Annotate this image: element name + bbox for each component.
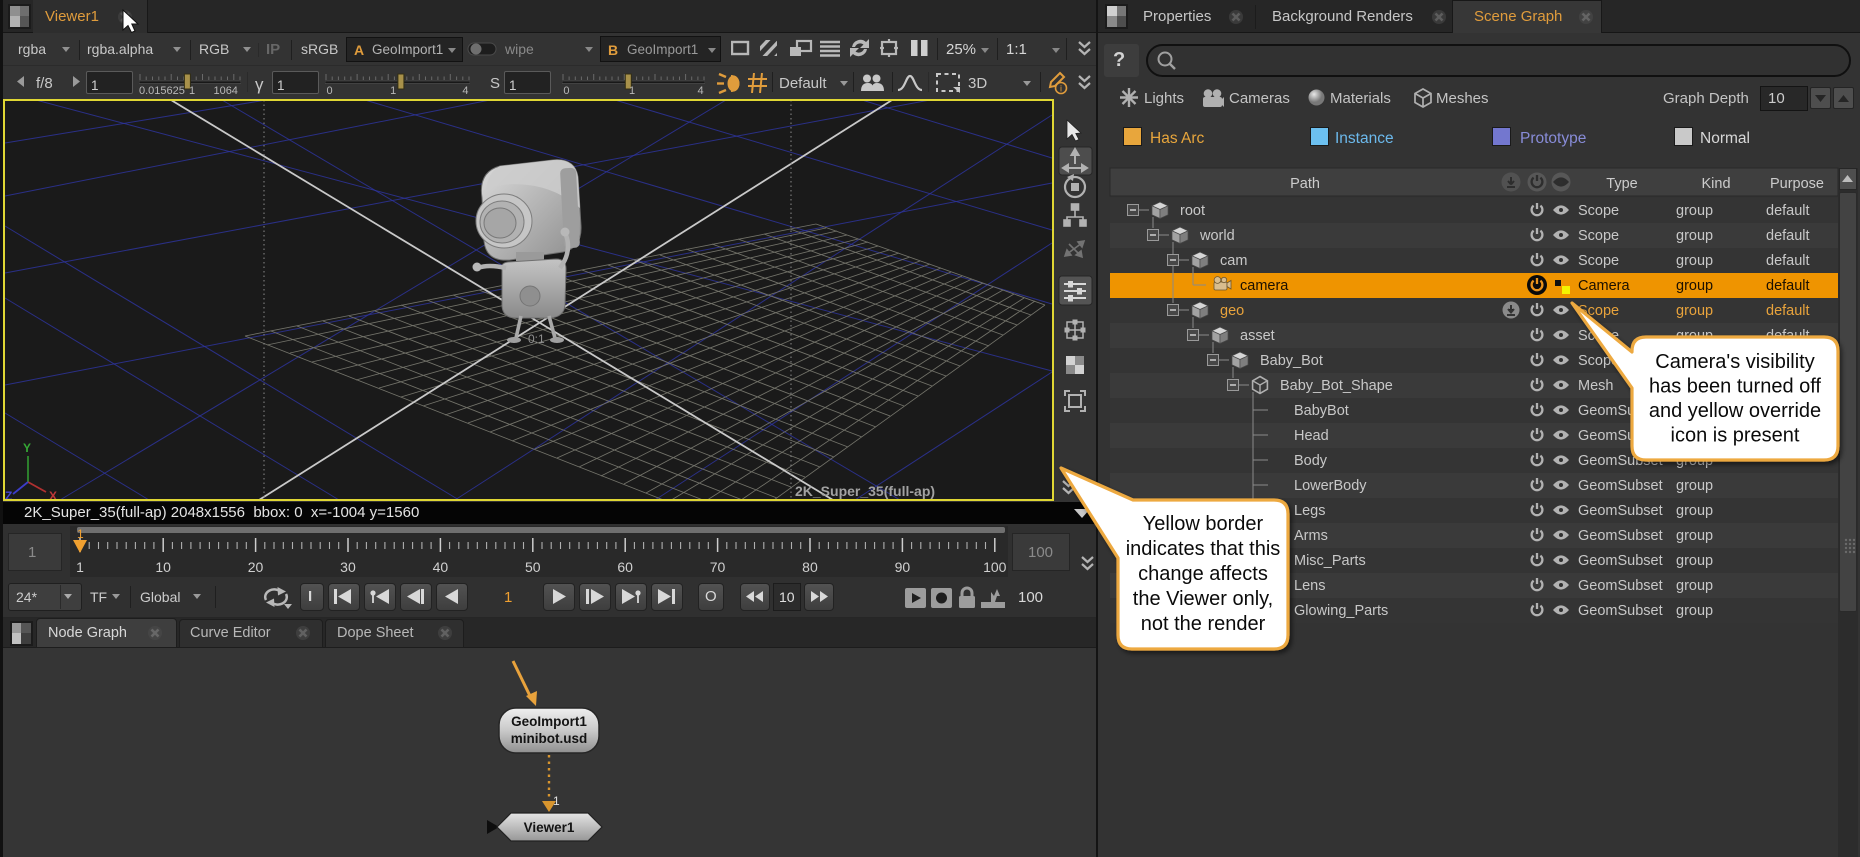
svg-text:default: default (1766, 303, 1810, 319)
svg-text:Scope: Scope (1578, 203, 1619, 219)
svg-text:1: 1 (553, 794, 560, 808)
svg-text:group: group (1676, 603, 1713, 619)
svg-text:group: group (1676, 303, 1713, 319)
svg-text:Baby_Bot_Shape: Baby_Bot_Shape (1280, 378, 1393, 394)
svg-text:Kind: Kind (1701, 176, 1730, 192)
svg-text:Scope: Scope (1578, 228, 1619, 244)
svg-text:Baby_Bot: Baby_Bot (1260, 353, 1323, 369)
svg-text:group: group (1676, 478, 1713, 494)
svg-text:Arms: Arms (1294, 528, 1328, 544)
svg-text:Glowing_Parts: Glowing_Parts (1294, 603, 1388, 619)
svg-text:GeomSubset: GeomSubset (1578, 453, 1663, 469)
svg-text:GeomSubset: GeomSubset (1578, 578, 1663, 594)
svg-text:Scope: Scope (1578, 328, 1619, 344)
svg-text:1: 1 (77, 527, 84, 541)
svg-text:Path: Path (1290, 176, 1320, 192)
svg-text:group: group (1676, 428, 1713, 444)
svg-text:default: default (1766, 328, 1810, 344)
svg-text:cam: cam (1220, 253, 1247, 269)
svg-text:group: group (1676, 453, 1713, 469)
svg-text:Mesh: Mesh (1578, 378, 1613, 394)
svg-text:world: world (1199, 228, 1235, 244)
svg-text:Misc_Parts: Misc_Parts (1294, 553, 1366, 569)
svg-text:group: group (1676, 278, 1713, 294)
svg-text:default: default (1766, 278, 1810, 294)
svg-text:Lens: Lens (1294, 578, 1325, 594)
svg-text:Viewer1: Viewer1 (524, 820, 575, 835)
svg-text:Camera: Camera (1578, 278, 1631, 294)
svg-text:GeomSubset: GeomSubset (1578, 528, 1663, 544)
svg-text:default: default (1766, 353, 1810, 369)
svg-text:group: group (1676, 203, 1713, 219)
svg-text:Type: Type (1606, 176, 1637, 192)
svg-text:Scope: Scope (1578, 353, 1619, 369)
svg-text:default: default (1766, 378, 1810, 394)
svg-text:group: group (1676, 578, 1713, 594)
svg-text:camera: camera (1240, 278, 1289, 294)
svg-text:GeomSubset: GeomSubset (1578, 428, 1663, 444)
svg-text:i: i (1060, 84, 1062, 94)
svg-text:GeomSubset: GeomSubset (1578, 503, 1663, 519)
svg-text:group: group (1676, 228, 1713, 244)
svg-text:geo: geo (1220, 303, 1244, 319)
svg-text:group: group (1676, 403, 1713, 419)
svg-text:group: group (1676, 353, 1713, 369)
svg-text:root: root (1180, 203, 1205, 219)
svg-text:Scope: Scope (1578, 253, 1619, 269)
svg-text:GeomSubset: GeomSubset (1578, 553, 1663, 569)
svg-text:group: group (1676, 503, 1713, 519)
svg-text:group: group (1676, 378, 1713, 394)
svg-text:Legs: Legs (1294, 503, 1325, 519)
svg-text:minibot.usd: minibot.usd (511, 731, 588, 746)
svg-text:GeomSubset: GeomSubset (1578, 403, 1663, 419)
svg-text:default: default (1766, 203, 1810, 219)
svg-text:LowerBody: LowerBody (1294, 478, 1367, 494)
svg-text:GeomSubset: GeomSubset (1578, 478, 1663, 494)
svg-text:group: group (1676, 328, 1713, 344)
svg-text:group: group (1676, 253, 1713, 269)
svg-text:BabyBot: BabyBot (1294, 403, 1349, 419)
svg-text:default: default (1766, 253, 1810, 269)
svg-text:GeoImport1: GeoImport1 (511, 714, 587, 729)
svg-text:Body: Body (1294, 453, 1328, 469)
svg-text:Head: Head (1294, 428, 1329, 444)
svg-text:asset: asset (1240, 328, 1275, 344)
svg-text:Purpose: Purpose (1770, 176, 1824, 192)
svg-text:group: group (1676, 553, 1713, 569)
svg-text:Scope: Scope (1578, 303, 1619, 319)
svg-text:GeomSubset: GeomSubset (1578, 603, 1663, 619)
svg-text:group: group (1676, 528, 1713, 544)
svg-text:default: default (1766, 228, 1810, 244)
